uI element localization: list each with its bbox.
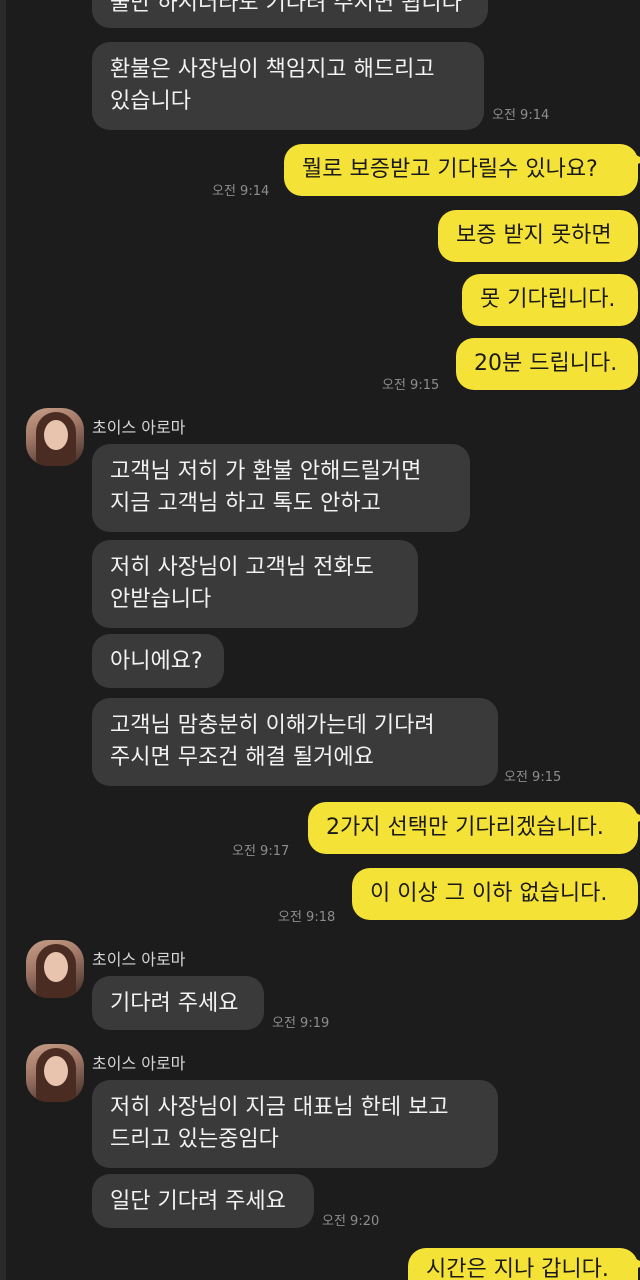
outgoing-message[interactable]: 보증 받지 못하면	[438, 210, 638, 262]
outgoing-message[interactable]: 이 이상 그 이하 없습니다.	[352, 868, 638, 920]
incoming-message[interactable]: 고객님 저히 가 환불 안해드릴거면 지금 고객님 하고 톡도 안하고	[92, 444, 470, 532]
outgoing-message[interactable]: 2가지 선택만 기다리겠습니다.	[308, 802, 640, 854]
outgoing-message[interactable]: 20분 드립니다.	[456, 338, 638, 390]
message-timestamp: 오전 9:14	[212, 184, 270, 199]
incoming-message[interactable]: 저히 사장님이 지금 대표님 한테 보고 드리고 있는중임다	[92, 1080, 498, 1168]
outgoing-message[interactable]: 못 기다립니다.	[462, 274, 638, 326]
chat-screen: 불만 하시더라도 기다려 주시면 됩니다 환불은 사장님이 책임지고 해드리고 …	[0, 0, 640, 1280]
incoming-message[interactable]: 환불은 사장님이 책임지고 해드리고 있습니다	[92, 42, 484, 130]
incoming-message[interactable]: 아니에요?	[92, 634, 224, 688]
incoming-message[interactable]: 기다려 주세요	[92, 976, 264, 1030]
contact-avatar[interactable]	[26, 408, 84, 466]
message-timestamp: 오전 9:17	[232, 844, 290, 859]
message-timestamp: 오전 9:15	[504, 770, 562, 785]
outgoing-message[interactable]: 시간은 지나 갑니다.	[408, 1248, 640, 1280]
sender-name: 초이스 아로마	[92, 1054, 186, 1073]
sender-name: 초이스 아로마	[92, 950, 186, 969]
message-timestamp: 오전 9:15	[382, 378, 440, 393]
message-timestamp: 오전 9:14	[492, 108, 550, 123]
message-timestamp: 오전 9:18	[278, 910, 336, 925]
incoming-message[interactable]: 고객님 맘충분히 이해가는데 기다려 주시면 무조건 해결 될거에요	[92, 698, 498, 786]
contact-avatar[interactable]	[26, 940, 84, 998]
contact-avatar[interactable]	[26, 1044, 84, 1102]
incoming-message[interactable]: 일단 기다려 주세요	[92, 1174, 314, 1228]
incoming-message[interactable]: 불만 하시더라도 기다려 주시면 됩니다	[92, 0, 488, 28]
outgoing-message[interactable]: 뭘로 보증받고 기다릴수 있나요?	[284, 144, 640, 196]
message-timestamp: 오전 9:20	[322, 1214, 380, 1229]
incoming-message[interactable]: 저히 사장님이 고객님 전화도 안받습니다	[92, 540, 418, 628]
sender-name: 초이스 아로마	[92, 418, 186, 437]
message-timestamp: 오전 9:19	[272, 1016, 330, 1031]
